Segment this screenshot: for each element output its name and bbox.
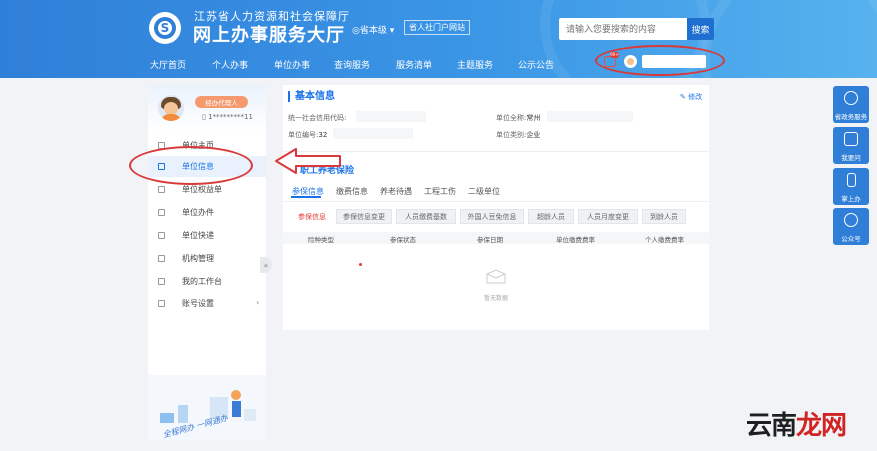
nav-item-service-list[interactable]: 服务清单: [396, 58, 432, 71]
portal-link-button[interactable]: 省人社门户网站: [404, 20, 470, 35]
watermark-part: 龙网: [796, 411, 847, 441]
sidebar-item-label: 账号设置: [182, 299, 214, 308]
active-tab-underline: [291, 196, 321, 198]
watermark: 云南龙网: [746, 405, 847, 442]
unit-name-field: 单位全称:常州: [496, 113, 540, 123]
file-icon: [158, 209, 165, 216]
ask-button[interactable]: 我要问: [833, 127, 869, 164]
sidebar-item-express[interactable]: 单位快递: [148, 225, 266, 246]
sidebar-item-org[interactable]: 机构管理: [148, 248, 266, 269]
wechat-button[interactable]: 公众号: [833, 208, 869, 245]
chip-over-age[interactable]: 超龄人员: [528, 209, 574, 224]
chip-foreigner-exempt[interactable]: 外国人豆免信息: [460, 209, 524, 224]
region-selector[interactable]: ◎省本级 ▾: [352, 23, 394, 36]
profile-panel: 经办代理人 ▯ 1*********11: [148, 85, 266, 131]
field-label: 单位编号:: [288, 131, 319, 139]
tab-pension-benefit[interactable]: 养老待遇: [380, 186, 412, 197]
field-value: 32: [318, 131, 328, 139]
unit-type-field: 单位类别:企业: [496, 130, 540, 140]
empty-box-icon: [486, 269, 506, 284]
gov-service-icon: [844, 91, 858, 105]
wechat-icon: [844, 213, 858, 227]
sidebar-item-label: 机构管理: [182, 254, 214, 263]
cursor-dot: [359, 263, 362, 266]
masked-value: [356, 111, 426, 122]
th-personal-rate: 个人缴费费率: [645, 236, 684, 244]
ask-label: 我要问: [841, 154, 861, 162]
field-value[interactable]: 企业: [526, 131, 540, 139]
question-icon: [844, 132, 858, 146]
divider: [283, 201, 709, 202]
sidebar-illustration: 全程网办 一网通办: [148, 375, 266, 440]
mobile-button[interactable]: 掌上办: [833, 168, 869, 205]
nav-item-unit[interactable]: 单位办事: [274, 58, 310, 71]
chip-insured-info[interactable]: 参保信息: [290, 209, 334, 224]
empty-text: 暂无数据: [484, 295, 509, 302]
th-unit-rate: 单位缴费费率: [556, 236, 595, 244]
org-icon: [158, 255, 165, 262]
tab-sub-unit[interactable]: 二级单位: [468, 186, 500, 197]
tab-work-injury[interactable]: 工程工伤: [424, 186, 456, 197]
sidebar-item-label: 我的工作台: [182, 277, 222, 286]
red-highlight-ellipse: [595, 45, 725, 76]
th-status: 参保状态: [390, 236, 416, 244]
masked-value: [333, 128, 413, 139]
collapse-button[interactable]: «: [260, 257, 272, 273]
unit-number-field: 单位编号:32: [288, 130, 327, 140]
th-date: 参保日期: [477, 236, 503, 244]
nav-item-notice[interactable]: 公示公告: [518, 58, 554, 71]
nav-item-personal[interactable]: 个人办事: [212, 58, 248, 71]
site-title[interactable]: 网上办事服务大厅: [193, 21, 345, 47]
tab-payment-info[interactable]: 缴费信息: [336, 186, 368, 197]
field-value: 常州: [526, 114, 541, 122]
wechat-label: 公众号: [841, 235, 861, 243]
nav-item-home[interactable]: 大厅首页: [150, 58, 186, 71]
sidebar-item-settings[interactable]: 账号设置 ›: [148, 293, 266, 314]
chip-insured-change[interactable]: 参保信息变更: [336, 209, 392, 224]
role-badge: 经办代理人: [195, 96, 248, 108]
mobile-icon: [847, 173, 856, 187]
nav-item-query[interactable]: 查询服务: [334, 58, 370, 71]
field-label: 统一社会信用代码:: [288, 114, 347, 122]
watermark-part: 云南: [746, 411, 797, 441]
chip-monthly-change[interactable]: 人员月度变更: [578, 209, 638, 224]
search-input[interactable]: [559, 18, 687, 40]
sidebar-item-desk[interactable]: 我的工作台: [148, 271, 266, 292]
th-insurance-type: 险种类型: [308, 236, 334, 244]
sidebar-item-label: 单位权益单: [182, 185, 222, 194]
profile-avatar: [158, 95, 184, 121]
gov-service-label: 省政务服务: [834, 113, 868, 121]
mobile-label: 掌上办: [841, 195, 861, 203]
sidebar-item-cases[interactable]: 单位办件: [148, 202, 266, 223]
red-highlight-ellipse: [129, 146, 253, 185]
phone-number: ▯ 1*********11: [202, 113, 253, 121]
express-icon: [158, 232, 165, 239]
rights-icon: [158, 186, 165, 193]
settings-icon: [158, 300, 165, 307]
search-button[interactable]: 搜索: [687, 18, 714, 40]
divider: [283, 151, 709, 152]
chip-payment-base[interactable]: 人员缴费基数: [396, 209, 456, 224]
table-header: 险种类型 参保状态 参保日期 单位缴费费率 个人缴费费率: [283, 232, 709, 244]
credit-code-field: 统一社会信用代码:: [288, 113, 346, 123]
chip-reach-age[interactable]: 到龄人员: [642, 209, 686, 224]
header-bar: S 江苏省人力资源和社会保障厅 网上办事服务大厅 ◎省本级 ▾ 省人社门户网站 …: [0, 0, 877, 78]
basic-info-title: 基本信息: [288, 91, 335, 102]
chevron-right-icon: ›: [256, 298, 260, 307]
field-label: 单位类别:: [496, 131, 527, 139]
edit-button[interactable]: ✎ 修改: [680, 92, 702, 102]
main-nav: 大厅首页 个人办事 单位办事 查询服务 服务清单 主题服务 公示公告: [0, 58, 877, 76]
sidebar-item-label: 单位办件: [182, 208, 214, 217]
field-label: 单位全称:: [496, 114, 527, 122]
nav-item-topics[interactable]: 主题服务: [457, 58, 493, 71]
sidebar-item-label: 单位快递: [182, 231, 214, 240]
sidebar: 经办代理人 ▯ 1*********11 单位主页 单位信息 单位权益单 单位办…: [148, 85, 266, 440]
masked-value: [547, 111, 633, 122]
red-arrow-annotation: [275, 148, 341, 174]
gov-service-button[interactable]: 省政务服务: [833, 86, 869, 123]
phone-value: 1*********11: [208, 113, 253, 121]
site-logo-icon[interactable]: S: [149, 12, 181, 44]
desk-icon: [158, 278, 165, 285]
